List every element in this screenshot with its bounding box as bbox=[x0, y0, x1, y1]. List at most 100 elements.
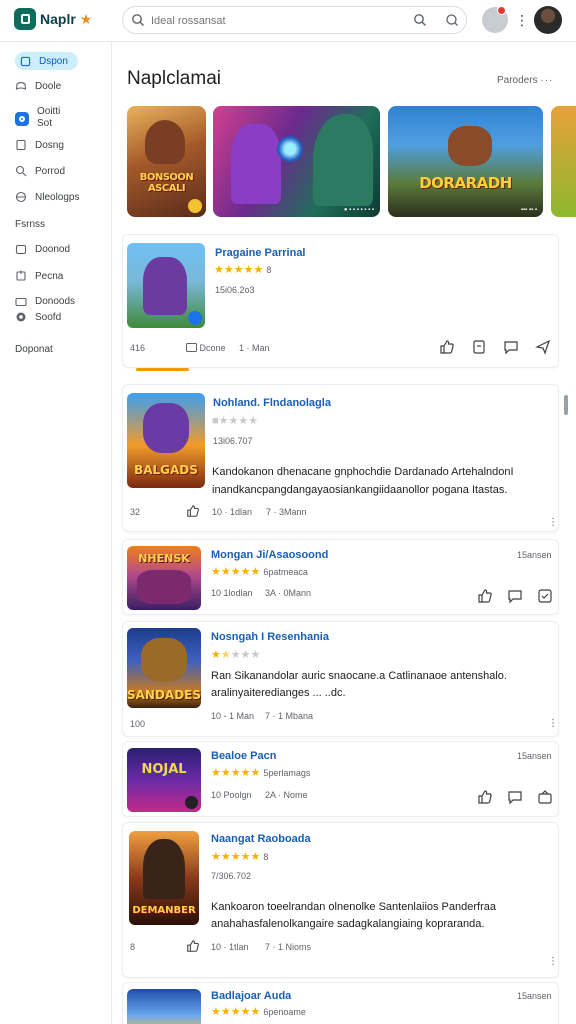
more-options-icon[interactable]: ⋮ bbox=[548, 517, 558, 528]
game-title[interactable]: Badlajoar Auda bbox=[211, 990, 291, 1002]
game-card[interactable]: DEMANBER Naangat Raoboada ★★★★★ 8 7/306.7… bbox=[122, 822, 559, 978]
comment-bubble-icon[interactable] bbox=[507, 588, 523, 604]
game-title[interactable]: Bealoe Pacn bbox=[211, 750, 276, 762]
folder-icon bbox=[15, 297, 27, 307]
user-avatar[interactable] bbox=[534, 6, 562, 34]
star-rating: ★★★★★ 6penoame bbox=[211, 1006, 306, 1018]
game-title[interactable]: Nohland. Flndanolagla bbox=[213, 397, 331, 409]
thumbnail-character bbox=[137, 570, 191, 604]
game-thumbnail[interactable]: BALGADS bbox=[127, 393, 205, 488]
featured-game-card[interactable]: Pragaine Parrinal ★★★★★ 8 15i06.2o3 416 D… bbox=[122, 234, 559, 368]
game-description: anahahasfalenolkangaire sadagkalangiaing… bbox=[211, 918, 485, 930]
game-title[interactable]: Pragaine Parrinal bbox=[215, 247, 306, 259]
search-bar[interactable] bbox=[122, 6, 467, 34]
game-title[interactable]: Naangat Raoboada bbox=[211, 833, 311, 845]
sidebar-item-pecna[interactable]: Pecna bbox=[15, 267, 63, 285]
sidebar-item-label: Porrod bbox=[35, 165, 66, 177]
see-more-link[interactable]: Paroders ··· bbox=[497, 75, 553, 86]
comment-bubble-icon[interactable] bbox=[507, 789, 523, 805]
sidebar-item-label: Dosng bbox=[35, 139, 64, 151]
game-thumbnail[interactable] bbox=[127, 989, 201, 1024]
notification-badge bbox=[497, 6, 506, 15]
globe-icon bbox=[15, 191, 27, 203]
thumbnail-character bbox=[143, 403, 189, 453]
sidebar-item-downloads[interactable]: Donoods Soofd bbox=[15, 296, 75, 324]
bookmark-icon[interactable] bbox=[471, 339, 487, 355]
game-thumbnail[interactable]: SANDADES bbox=[127, 628, 201, 708]
comment-bubble-icon[interactable] bbox=[503, 339, 519, 355]
search-submit-icon[interactable] bbox=[413, 13, 427, 32]
game-thumbnail[interactable]: NOJAL bbox=[127, 748, 201, 812]
app-name: Naplr bbox=[40, 11, 76, 27]
gift-icon[interactable] bbox=[537, 789, 553, 805]
star-rating: ★★★★★ 8 bbox=[214, 264, 272, 276]
sidebar: Dspon Doole Ooitti Sot Dosng Porrod Nleo… bbox=[0, 42, 112, 1024]
thumbnail-title-art: BALGADS bbox=[134, 463, 198, 477]
thumbnail-character bbox=[141, 638, 187, 682]
thumbnail-title-art: SANDADES bbox=[127, 688, 201, 702]
post-time: 15ansen bbox=[517, 550, 552, 560]
featured-banner-partial[interactable] bbox=[551, 106, 576, 217]
post-time: 15ansen bbox=[517, 751, 552, 761]
more-options-icon[interactable]: ⋮ bbox=[548, 718, 558, 729]
thumbnail-character bbox=[143, 257, 187, 315]
like-icon[interactable] bbox=[186, 504, 200, 518]
release-date: 15i06.2o3 bbox=[215, 285, 255, 295]
comments-meta[interactable]: Dcone bbox=[186, 343, 226, 353]
thumbnail-title-art: DEMANBER bbox=[132, 905, 196, 916]
comments-meta: 7 · 1 Mbana bbox=[265, 711, 314, 721]
rating-count: 32 bbox=[130, 507, 141, 517]
game-card[interactable]: NOJAL Bealoe Pacn 15ansen ★★★★★ 5perlamag… bbox=[122, 741, 559, 817]
featured-banner[interactable]: DORARADH ▪▪▪ ▪▪ ▪ bbox=[388, 106, 543, 217]
banner-character bbox=[313, 114, 373, 206]
sidebar-item-games[interactable]: Doole bbox=[15, 77, 61, 95]
thumbnail-title-art: NOJAL bbox=[141, 762, 187, 777]
featured-banner[interactable]: BONSOON ASCALI bbox=[127, 106, 206, 217]
star-rating: ★★★★★ 6patmeaca bbox=[211, 566, 308, 578]
more-options-icon[interactable]: ⋮ bbox=[548, 956, 558, 967]
rating-count: 416 bbox=[130, 343, 146, 353]
game-title[interactable]: Nosngah I Resenhania bbox=[211, 631, 329, 643]
verified-icon bbox=[185, 796, 198, 809]
like-icon[interactable] bbox=[477, 588, 493, 604]
comments-meta: 7 · 1 Nioms bbox=[265, 942, 312, 952]
voice-search-icon[interactable] bbox=[445, 13, 459, 32]
comments-meta: 3A · 0Mann bbox=[265, 588, 312, 598]
like-icon[interactable] bbox=[439, 339, 455, 355]
save-icon[interactable] bbox=[537, 588, 553, 604]
game-card[interactable]: SANDADES Nosngah I Resenhania ★★★★★ Ran … bbox=[122, 621, 559, 737]
sidebar-item-neologies[interactable]: Nleologps bbox=[15, 188, 79, 206]
game-thumbnail[interactable] bbox=[127, 243, 205, 328]
gamepad-icon bbox=[15, 80, 27, 92]
game-card[interactable]: Badlajoar Auda 15ansen ★★★★★ 6penoame bbox=[122, 982, 559, 1024]
banner-caption: ● ▪ ▪ ▪ ▪ ▪ ▪ ▪ bbox=[343, 207, 374, 213]
sidebar-item-discover[interactable]: Ooitti Sot bbox=[15, 106, 60, 130]
scrollbar-thumb[interactable] bbox=[564, 395, 568, 415]
more-options-icon[interactable]: ⋮ bbox=[515, 10, 529, 30]
sidebar-section-heading: Doponat bbox=[15, 344, 53, 355]
like-icon[interactable] bbox=[477, 789, 493, 805]
search-input[interactable] bbox=[151, 11, 411, 30]
game-thumbnail[interactable]: NHENSK bbox=[127, 546, 201, 610]
featured-banner[interactable]: ● ▪ ▪ ▪ ▪ ▪ ▪ ▪ bbox=[213, 106, 380, 217]
app-logo[interactable]: Naplr ★ bbox=[14, 8, 92, 30]
top-bar: Naplr ★ ⋮ bbox=[0, 0, 576, 42]
carousel-progress-indicator bbox=[136, 368, 189, 371]
release-date: 13i06.707 bbox=[213, 436, 253, 446]
game-title[interactable]: Mongan Ji/Asaosoond bbox=[211, 549, 328, 561]
sidebar-item-library[interactable]: Dosng bbox=[15, 136, 64, 154]
library-icon bbox=[15, 139, 27, 151]
sidebar-item-home[interactable]: Dspon bbox=[15, 52, 78, 70]
game-thumbnail[interactable]: DEMANBER bbox=[129, 831, 199, 925]
like-icon[interactable] bbox=[186, 939, 200, 953]
search-icon bbox=[131, 13, 145, 32]
sidebar-item-download[interactable]: Doonod bbox=[15, 240, 70, 258]
game-card[interactable]: NHENSK Mongan Ji/Asaosoond 15ansen ★★★★★… bbox=[122, 539, 559, 615]
notifications-avatar[interactable] bbox=[482, 6, 508, 33]
likes-meta: 10 · 1dlan bbox=[212, 507, 253, 517]
game-card[interactable]: BALGADS Nohland. Flndanolagla ■★★★★ 13i0… bbox=[122, 384, 559, 532]
logo-star-icon: ★ bbox=[79, 10, 93, 27]
sidebar-item-period[interactable]: Porrod bbox=[15, 162, 65, 180]
share-icon[interactable] bbox=[535, 339, 551, 355]
banner-title-art: BONSOON ASCALI bbox=[139, 172, 194, 194]
